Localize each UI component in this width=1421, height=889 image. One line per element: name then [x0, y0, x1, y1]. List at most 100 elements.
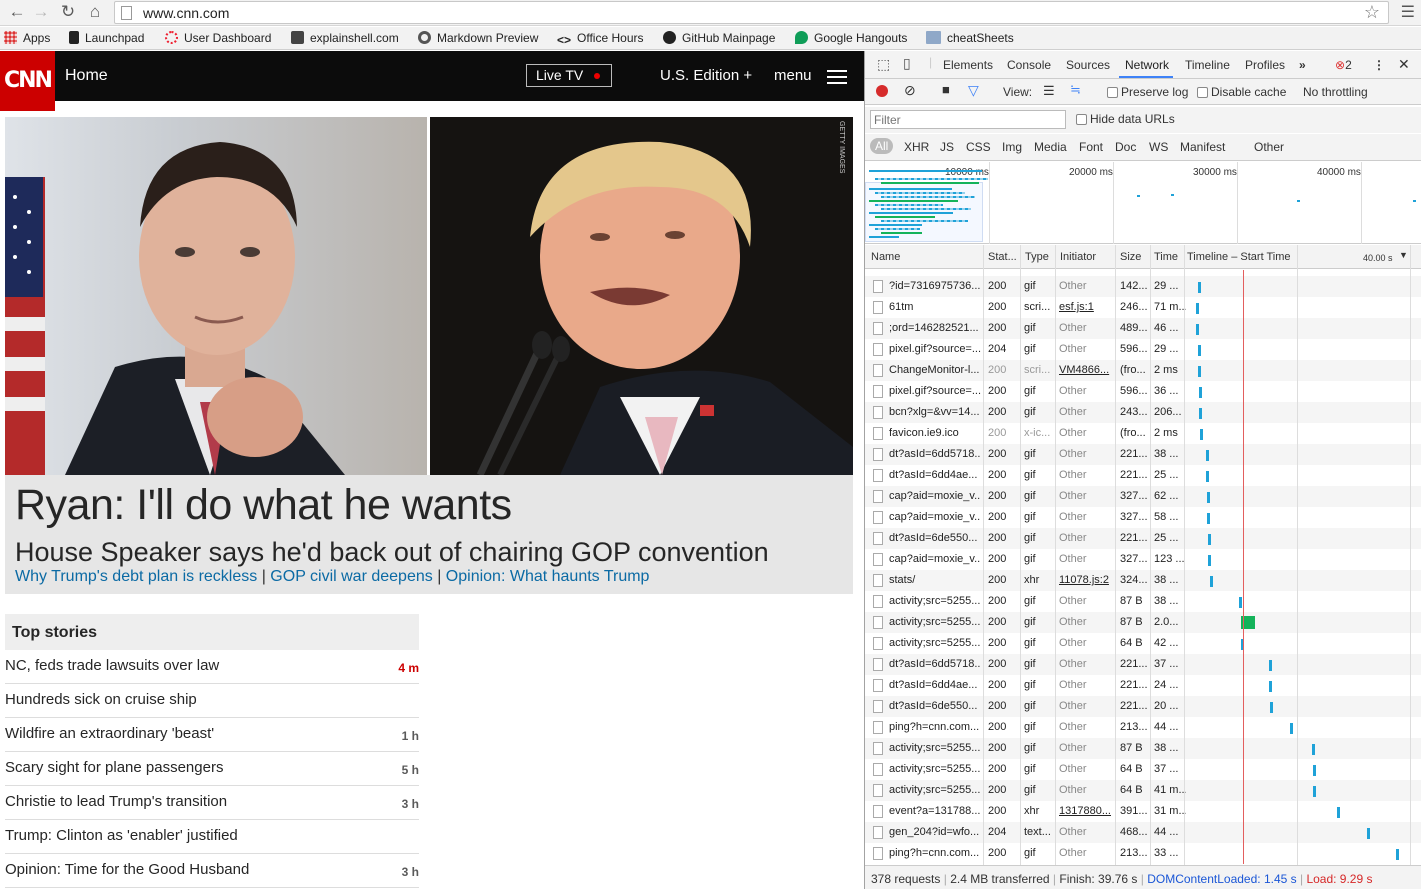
error-count[interactable]: ⊗2 [1335, 58, 1352, 72]
tab-console[interactable]: Console [1007, 58, 1051, 72]
request-row[interactable]: activity;src=5255... 200 gif Other 64 B 41 m.… [865, 780, 1421, 801]
request-row[interactable]: dt?asId=6dd5718... 200 gif Other 221... 38 ..… [865, 444, 1421, 465]
request-row[interactable]: cap?aid=moxie_v... 200 gif Other 327... 123 .… [865, 549, 1421, 570]
hero-story[interactable]: GETTY IMAGES Ryan: I'll do what he wants… [5, 117, 853, 594]
type-filter-media[interactable]: Media [1034, 140, 1067, 154]
bookmark-markdown-preview[interactable]: Markdown Preview [418, 31, 538, 45]
top-story-title[interactable]: Scary sight for plane passengers [5, 759, 223, 776]
request-row[interactable]: stats/200 xhr 11078.js:2 324... 38 ... [865, 570, 1421, 591]
request-row[interactable]: ?id=7316975736... 200 gif Other 142... 29 ... [865, 276, 1421, 297]
request-name[interactable]: ping?h=cnn.com... [889, 721, 981, 733]
request-name[interactable]: dt?asId=6de550... [889, 532, 981, 544]
forward-icon[interactable]: → [30, 2, 52, 22]
home-link[interactable]: Home [65, 67, 108, 85]
type-filter-xhr[interactable]: XHR [904, 140, 929, 154]
top-story-item[interactable]: Opinion: Time for the Good Husband 3 h [5, 854, 419, 888]
device-mode-icon[interactable]: ▯ [903, 55, 911, 72]
request-name[interactable]: cap?aid=moxie_v... [889, 490, 981, 502]
col-name[interactable]: Name [871, 251, 900, 263]
request-name[interactable]: gen_204?id=wfo... [889, 826, 981, 838]
edition-selector[interactable]: U.S. Edition + [660, 67, 752, 84]
request-initiator[interactable]: 1317880... [1059, 805, 1115, 817]
top-story-item[interactable]: NC, feds trade lawsuits over law 4 m [5, 650, 419, 684]
request-name[interactable]: activity;src=5255... [889, 637, 981, 649]
request-name[interactable]: activity;src=5255... [889, 742, 981, 754]
col-type[interactable]: Type [1025, 251, 1049, 263]
request-row[interactable]: cap?aid=moxie_v... 200 gif Other 327... 62 ..… [865, 486, 1421, 507]
top-story-title[interactable]: NC, feds trade lawsuits over law [5, 657, 219, 674]
network-overview[interactable]: 10000 ms 20000 ms 30000 ms 40000 ms [865, 162, 1421, 244]
trump-photo[interactable]: GETTY IMAGES [430, 117, 853, 475]
reload-icon[interactable]: ↻ [57, 2, 79, 22]
throttling-select[interactable]: No throttling [1303, 85, 1368, 99]
bookmark-apps[interactable]: Apps [4, 31, 50, 45]
bookmark-explainshell[interactable]: explainshell.com [291, 31, 399, 45]
bookmark-launchpad[interactable]: Launchpad [69, 31, 144, 45]
request-name[interactable]: bcn?xlg=&vv=14... [889, 406, 981, 418]
hero-subhead[interactable]: House Speaker says he'd back out of chai… [15, 537, 769, 568]
back-icon[interactable]: ← [6, 2, 28, 22]
more-tabs-icon[interactable]: » [1299, 58, 1306, 72]
tab-timeline[interactable]: Timeline [1185, 58, 1230, 72]
home-icon[interactable]: ⌂ [84, 2, 106, 22]
top-story-title[interactable]: Hundreds sick on cruise ship [5, 691, 197, 708]
request-row[interactable]: dt?asId=6dd5718... 200 gif Other 221... 37 ..… [865, 654, 1421, 675]
type-filter-js[interactable]: JS [940, 140, 954, 154]
type-filter-doc[interactable]: Doc [1115, 140, 1136, 154]
request-name[interactable]: activity;src=5255... [889, 595, 981, 607]
type-filter-css[interactable]: CSS [966, 140, 991, 154]
bookmark-user-dashboard[interactable]: User Dashboard [165, 31, 271, 45]
request-row[interactable]: dt?asId=6de550... 200 gif Other 221... 25 ... [865, 528, 1421, 549]
type-filter-other[interactable]: Other [1254, 140, 1284, 154]
request-row[interactable]: activity;src=5255... 200 gif Other 64 B 37 ..… [865, 759, 1421, 780]
preserve-log-checkbox[interactable]: Preserve log [1107, 85, 1188, 99]
request-name[interactable]: activity;src=5255... [889, 784, 981, 796]
tab-network[interactable]: Network [1125, 58, 1169, 72]
request-name[interactable]: pixel.gif?source=... [889, 343, 981, 355]
request-row[interactable]: event?a=131788... 200 xhr 1317880... 391... 3… [865, 801, 1421, 822]
type-filter-all[interactable]: All [870, 138, 894, 154]
live-tv-button[interactable]: Live TV [526, 64, 612, 87]
bookmark-google-hangouts[interactable]: Google Hangouts [795, 31, 907, 45]
request-row[interactable]: dt?asId=6de550... 200 gif Other 221... 20 ... [865, 696, 1421, 717]
request-name[interactable]: pixel.gif?source=... [889, 385, 981, 397]
request-row[interactable]: cap?aid=moxie_v... 200 gif Other 327... 58 ..… [865, 507, 1421, 528]
hero-headline[interactable]: Ryan: I'll do what he wants [15, 481, 512, 530]
top-story-item[interactable]: Scary sight for plane passengers 5 h [5, 752, 419, 786]
request-row[interactable]: dt?asId=6dd4ae... 200 gif Other 221... 25 ... [865, 465, 1421, 486]
top-story-title[interactable]: Christie to lead Trump's transition [5, 793, 227, 810]
browser-menu-icon[interactable]: ☰ [1401, 2, 1415, 22]
request-row[interactable]: 61tm 200 scri... esf.js:1 246... 71 m... [865, 297, 1421, 318]
request-row[interactable]: activity;src=5255... 200 gif Other 87 B 38 ..… [865, 738, 1421, 759]
top-story-title[interactable]: Opinion: Time for the Good Husband [5, 861, 249, 878]
bookmark-star-icon[interactable]: ☆ [1364, 2, 1380, 23]
type-filter-ws[interactable]: WS [1149, 140, 1168, 154]
request-name[interactable]: dt?asId=6dd4ae... [889, 469, 981, 481]
devtools-menu-icon[interactable]: ⋮ [1373, 58, 1385, 72]
col-initiator[interactable]: Initiator [1060, 251, 1096, 263]
request-row[interactable]: gen_204?id=wfo... 204 text... Other 468... 44… [865, 822, 1421, 843]
request-row[interactable]: pixel.gif?source=... 200 gif Other 596... 36 … [865, 381, 1421, 402]
type-filter-img[interactable]: Img [1002, 140, 1022, 154]
request-name[interactable]: 61tm [889, 301, 981, 313]
request-name[interactable]: cap?aid=moxie_v... [889, 553, 981, 565]
bookmark-cheatsheets[interactable]: cheatSheets [926, 31, 1014, 45]
request-name[interactable]: dt?asId=6dd5718... [889, 448, 981, 460]
request-name[interactable]: ;ord=146282521... [889, 322, 981, 334]
request-name[interactable]: activity;src=5255... [889, 763, 981, 775]
request-initiator[interactable]: 11078.js:2 [1059, 574, 1115, 586]
bookmark-office-hours[interactable]: <> Office Hours [557, 31, 643, 47]
request-name[interactable]: ?id=7316975736... [889, 280, 981, 292]
close-devtools-icon[interactable]: ✕ [1398, 56, 1410, 73]
bookmark-github[interactable]: GitHub Mainpage [663, 31, 775, 45]
request-name[interactable]: stats/ [889, 574, 981, 586]
col-size[interactable]: Size [1120, 251, 1141, 263]
request-row[interactable]: ;ord=146282521... 200 gif Other 489... 46 ... [865, 318, 1421, 339]
address-bar[interactable]: www.cnn.com ☆ [114, 1, 1389, 24]
request-row[interactable]: ChangeMonitor-l... 200 scri... VM4866... (fr… [865, 360, 1421, 381]
request-name[interactable]: dt?asId=6dd5718... [889, 658, 981, 670]
ryan-photo[interactable] [5, 117, 427, 475]
request-name[interactable]: ChangeMonitor-l... [889, 364, 981, 376]
related-link-debt-plan[interactable]: Why Trump's debt plan is reckless [15, 568, 257, 585]
top-story-item[interactable]: Wildfire an extraordinary 'beast' 1 h [5, 718, 419, 752]
